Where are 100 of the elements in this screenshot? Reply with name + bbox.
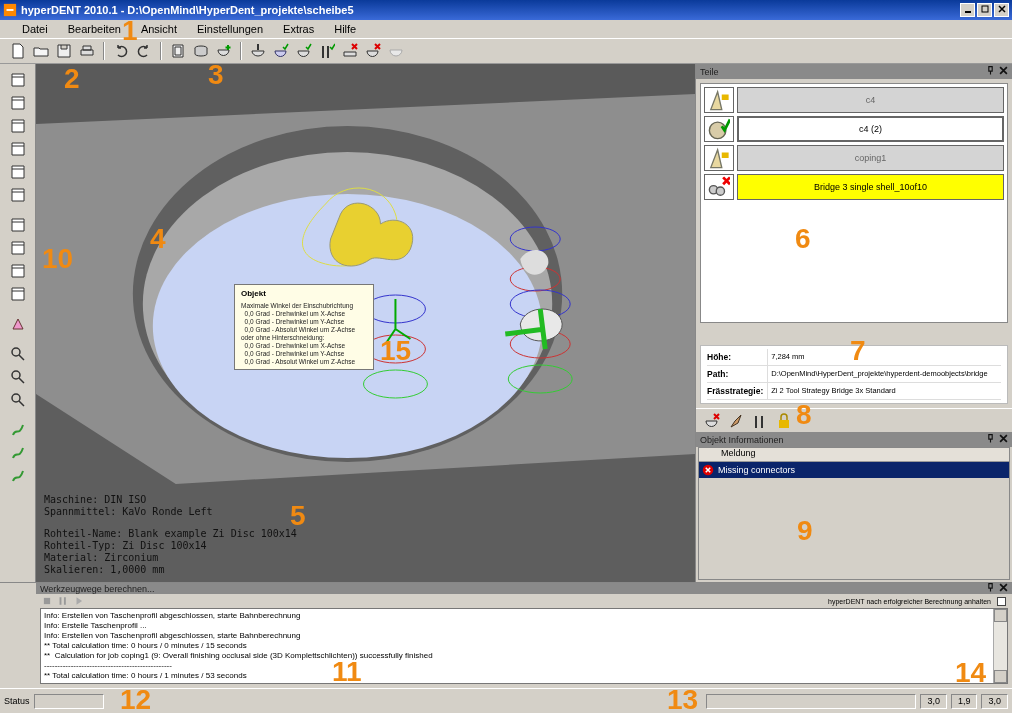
status-label: Status (4, 696, 30, 706)
callout-number: 2 (64, 68, 80, 91)
part-item[interactable]: c4 (2) (737, 116, 1004, 142)
close-icon (999, 66, 1008, 75)
bowl-plus-icon (216, 43, 232, 59)
machine-info-text: Rohteil-Typ: Zi Disc 100x14 (44, 540, 208, 552)
close-icon (997, 5, 1006, 13)
callout-number: 14 (955, 662, 987, 685)
checkbox[interactable] (997, 596, 1006, 606)
callout-number: 3 (208, 64, 224, 87)
window-icon (9, 95, 26, 111)
callout-number: 15 (380, 340, 412, 363)
machine-info-text: Material: Zirconium (44, 552, 160, 564)
bowl-cross-icon (365, 43, 381, 59)
window-icon (9, 141, 26, 157)
machine-info-text: Skalieren: 1,0000 mm (44, 564, 166, 576)
log-line: Info: Erstellen von Taschenprofil abgeschlossen, starte Bahnberechnung (44, 631, 301, 641)
panel-title: Werkzeugwege berechnen... (40, 583, 155, 594)
status-cell: 1,9 (950, 693, 978, 709)
menu-item[interactable]: Bearbeiten (67, 23, 121, 35)
window-icon (9, 164, 26, 180)
property-label: Frässtrategie: (707, 383, 769, 400)
machine-info-text: Maschine: DIN ISO (44, 494, 148, 506)
pin-icon (986, 434, 995, 443)
status-cell: 3,0 (920, 693, 947, 709)
zoom-icon (9, 346, 26, 362)
callout-number: 5 (290, 505, 306, 528)
printer-icon (79, 43, 95, 59)
zoom-icon (9, 392, 26, 408)
callout-number: 11 (332, 661, 362, 684)
menu-item[interactable]: Extras (283, 23, 315, 35)
stop-icon (42, 596, 52, 607)
window-icon (9, 118, 26, 134)
callout-number: 4 (150, 228, 166, 251)
scrollbar[interactable] (993, 609, 1007, 683)
window-icon (9, 240, 26, 256)
menu-item[interactable]: Ansicht (140, 23, 177, 35)
window-icon (9, 217, 26, 233)
zoom-icon (9, 369, 26, 385)
property-label: Path: (707, 366, 769, 383)
error-icon (702, 464, 714, 476)
callout-number: 9 (797, 520, 813, 543)
bowl-arrow-icon (250, 43, 266, 59)
toolbar-button[interactable] (54, 41, 74, 61)
pin-button[interactable] (986, 66, 995, 77)
log-line: Info: Erstelle Taschenprofil ... (44, 621, 147, 631)
log-line: Info: Erstellen von Taschenprofil abgeschlossen, starte Bahnberechnung (44, 611, 301, 621)
window-icon (9, 286, 26, 302)
callout-number: 13 (667, 689, 699, 712)
log-line: ** Calculation for job coping1 (9: Overall finishing occlusal side (3D Komplettschlichten)) successfully finished (44, 651, 433, 661)
close-button[interactable] (994, 3, 1009, 17)
window-icon (9, 72, 26, 88)
part-item[interactable]: coping1 (737, 145, 1004, 171)
pin-button[interactable] (986, 434, 995, 445)
minimize-button[interactable] (960, 3, 975, 17)
panel-title: Teile (700, 66, 719, 77)
tooltip-title: Objekt (241, 289, 267, 298)
log-line: ** Total calculation time: 0 hours / 0 minutes / 15 seconds (44, 641, 247, 651)
callout-number: 1 (122, 20, 138, 43)
message-row[interactable]: Missing connectors (699, 462, 1009, 478)
log-line: ------------------------------------------------ (44, 661, 172, 671)
menu-item[interactable]: Hilfe (334, 23, 357, 35)
log-line: ** Total calculation time: 0 hours / 1 minutes / 53 seconds (44, 671, 247, 681)
part-item[interactable]: Bridge 3 single shell_10of10 (737, 174, 1004, 200)
path-icon (9, 468, 26, 484)
bowl-check-icon (273, 43, 289, 59)
close-icon (999, 583, 1008, 593)
play-icon (74, 596, 84, 607)
pause-icon (58, 596, 68, 607)
menu-item[interactable]: Einstellungen (197, 23, 264, 35)
property-label: Höhe: (707, 349, 769, 366)
machine-info-text: Spannmittel: KaVo Ronde Left (44, 506, 214, 518)
window-icon (9, 263, 26, 279)
callout-number: 8 (796, 404, 812, 427)
bowl-cross-icon (704, 412, 720, 429)
status-panel (33, 693, 104, 709)
callout-number: 10 (42, 248, 74, 271)
menu-item[interactable]: Datei (22, 23, 48, 35)
panel-title: Objekt Informationen (700, 434, 784, 445)
status-cell: 3,0 (981, 693, 1008, 709)
frame-icon (170, 43, 186, 59)
maximize-icon (980, 5, 989, 13)
app-logo-icon (3, 3, 17, 17)
machine-info-text: Rohteil-Name: Blank example Zi Disc 100x14 (44, 528, 297, 540)
callout-number: 12 (120, 689, 152, 712)
part-item[interactable]: c4 (737, 87, 1004, 113)
column-header: Meldung (699, 448, 1009, 462)
brush-icon (728, 412, 744, 429)
pin-icon (986, 583, 995, 593)
pin-icon (986, 66, 995, 75)
path-icon (9, 445, 26, 461)
window-icon (9, 187, 26, 203)
maximize-button[interactable] (977, 3, 992, 17)
path-icon (9, 422, 26, 438)
lock-icon (776, 412, 792, 429)
close-icon (999, 434, 1008, 443)
window-title: hyperDENT 2010.1 - D:\OpenMind\HyperDent_projekte\scheibe5 (21, 4, 354, 16)
bowl-check-icon (296, 43, 312, 59)
document-icon (10, 43, 26, 59)
callout-number: 6 (795, 228, 811, 251)
